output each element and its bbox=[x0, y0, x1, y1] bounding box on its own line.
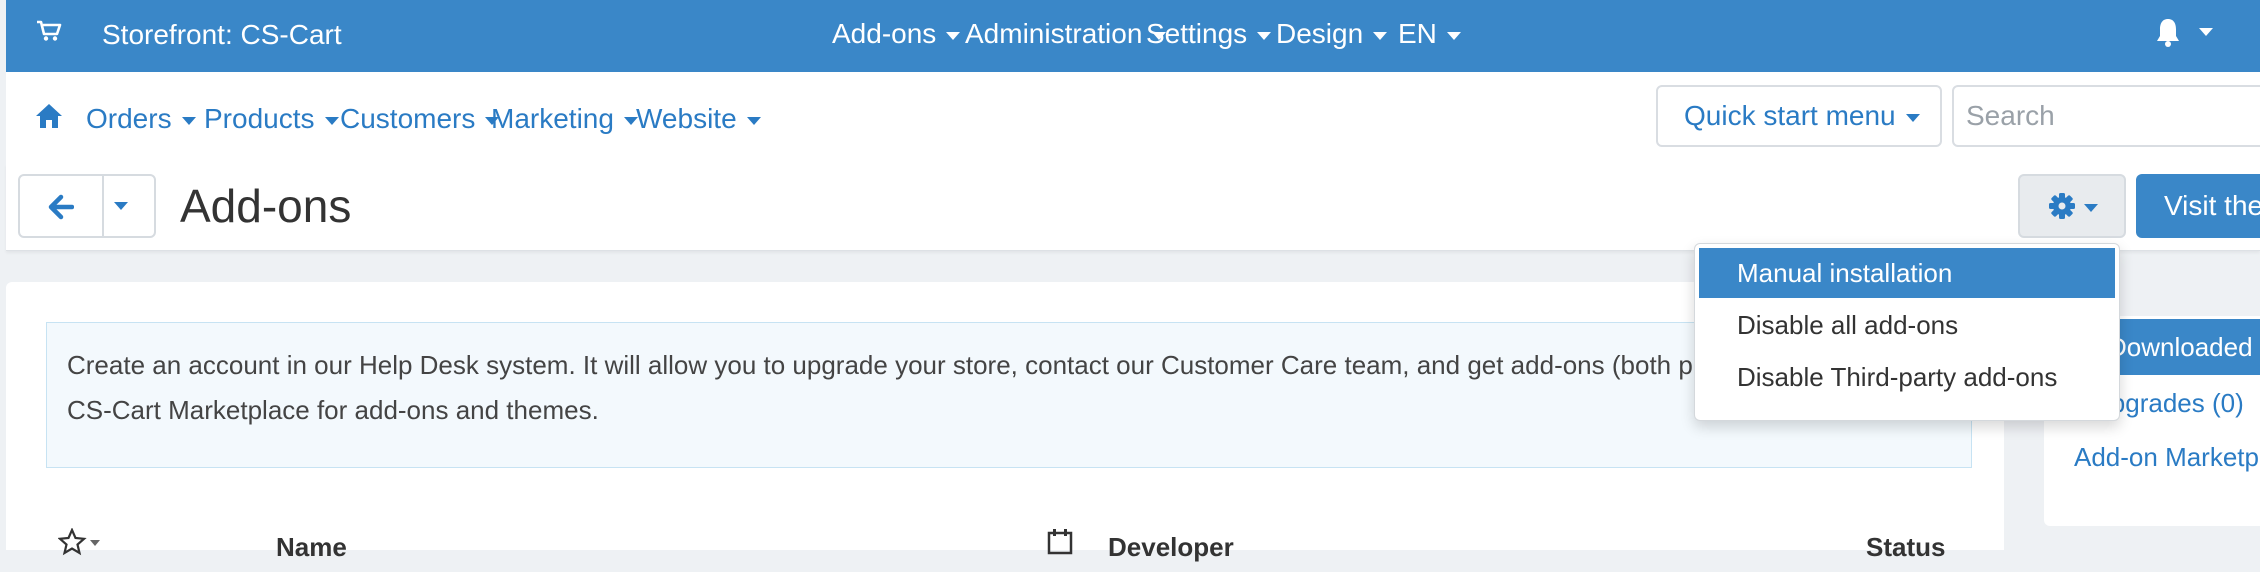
topbar-menu-settings[interactable]: Settings bbox=[1146, 17, 1272, 51]
notifications-menu[interactable] bbox=[2154, 16, 2226, 57]
nav-item-products[interactable]: Products bbox=[204, 102, 339, 136]
chevron-down-icon bbox=[1905, 113, 1920, 122]
gear-icon bbox=[2049, 193, 2075, 219]
cart-icon[interactable] bbox=[36, 20, 62, 47]
chevron-down-icon bbox=[1373, 31, 1388, 40]
helpdesk-notice-text: Create an account in our Help Desk syste… bbox=[67, 350, 1942, 425]
page-title-bar: Add-ons Visit the bbox=[6, 164, 2260, 251]
sidebar-item-addon-marketplace[interactable]: Add-on Marketplace bbox=[2074, 440, 2260, 474]
column-header-developer[interactable]: Developer bbox=[1108, 532, 1234, 563]
star-icon[interactable] bbox=[57, 527, 108, 565]
topbar-menu-administration-label: Administration bbox=[965, 18, 1143, 49]
topbar-menu-administration[interactable]: Administration bbox=[965, 17, 1167, 51]
column-header-status[interactable]: Status bbox=[1866, 532, 1945, 563]
quick-start-menu-label: Quick start menu bbox=[1684, 100, 1896, 131]
storefront-link[interactable]: Storefront: CS-Cart bbox=[102, 18, 342, 52]
search-input[interactable] bbox=[1952, 85, 2260, 147]
top-admin-bar: Storefront: CS-Cart Add-ons Administrati… bbox=[6, 0, 2260, 72]
chevron-down-icon bbox=[1257, 31, 1272, 40]
chevron-down-icon bbox=[1446, 31, 1461, 40]
chevron-down-icon bbox=[946, 31, 961, 40]
nav-item-orders[interactable]: Orders bbox=[86, 102, 196, 136]
back-button[interactable] bbox=[20, 176, 104, 236]
sidebar-item-downloaded-addons[interactable]: Downloaded add-ons bbox=[2100, 319, 2260, 375]
settings-gear-button[interactable] bbox=[2018, 174, 2126, 238]
menu-item-manual-installation[interactable]: Manual installation bbox=[1699, 248, 2115, 298]
nav-item-customers-label: Customers bbox=[340, 103, 476, 134]
page-title: Add-ons bbox=[180, 180, 352, 232]
nav-item-website[interactable]: Website bbox=[636, 102, 761, 136]
home-icon[interactable] bbox=[34, 102, 64, 135]
back-button-group bbox=[18, 174, 156, 238]
nav-item-marketing[interactable]: Marketing bbox=[491, 102, 638, 136]
calendar-icon bbox=[1046, 528, 1074, 563]
helpdesk-notice: Create an account in our Help Desk syste… bbox=[46, 322, 1972, 468]
nav-item-customers[interactable]: Customers bbox=[340, 102, 500, 136]
quick-start-menu-button[interactable]: Quick start menu bbox=[1656, 85, 1942, 147]
chevron-down-icon bbox=[2084, 204, 2098, 212]
topbar-menu-language[interactable]: EN bbox=[1398, 17, 1461, 51]
chevron-down-icon bbox=[181, 116, 196, 125]
chevron-down-icon bbox=[746, 116, 761, 125]
settings-dropdown-menu: Manual installation Disable all add-ons … bbox=[1694, 243, 2120, 421]
topbar-menu-settings-label: Settings bbox=[1146, 18, 1248, 49]
column-header-name[interactable]: Name bbox=[276, 532, 347, 563]
visit-button[interactable]: Visit the bbox=[2136, 174, 2260, 238]
chevron-down-icon bbox=[324, 116, 339, 125]
menu-item-disable-third-party-addons[interactable]: Disable Third-party add-ons bbox=[1699, 352, 2115, 402]
chevron-down-icon bbox=[114, 202, 128, 210]
nav-item-orders-label: Orders bbox=[86, 103, 172, 134]
topbar-menu-language-label: EN bbox=[1398, 18, 1437, 49]
topbar-menu-addons-label: Add-ons bbox=[832, 18, 937, 49]
nav-item-marketing-label: Marketing bbox=[491, 103, 614, 134]
topbar-menu-design-label: Design bbox=[1276, 18, 1364, 49]
arrow-left-icon bbox=[48, 194, 74, 220]
addons-table-header: Name Developer Status bbox=[6, 527, 2004, 572]
topbar-menu-addons[interactable]: Add-ons bbox=[832, 17, 961, 51]
nav-item-products-label: Products bbox=[204, 103, 315, 134]
nav-item-website-label: Website bbox=[636, 103, 737, 134]
bell-icon bbox=[2157, 19, 2213, 47]
topbar-menu-design[interactable]: Design bbox=[1276, 17, 1388, 51]
menu-item-disable-all-addons[interactable]: Disable all add-ons bbox=[1699, 300, 2115, 350]
main-navigation: Orders Products Customers Marketing Webs… bbox=[6, 72, 2260, 165]
back-history-dropdown[interactable] bbox=[104, 176, 154, 236]
